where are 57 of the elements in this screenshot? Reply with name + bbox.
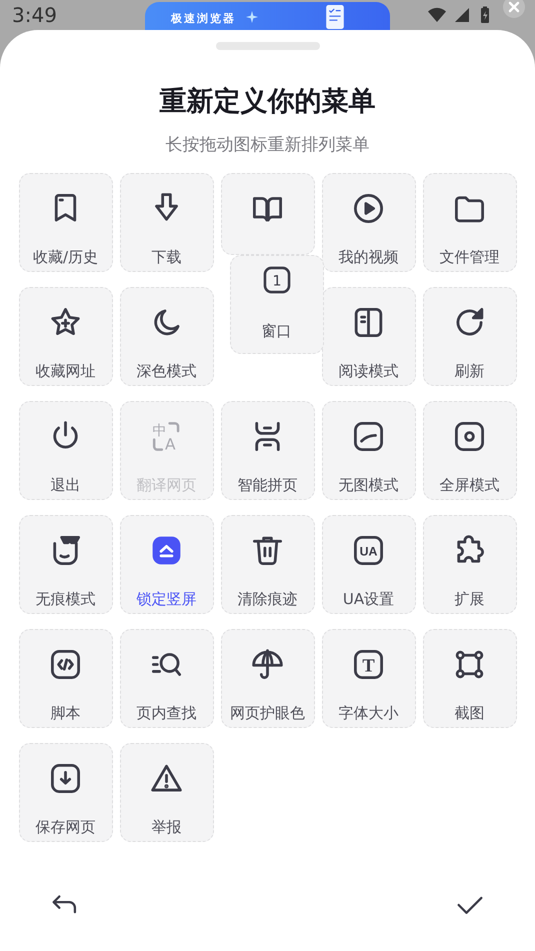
tile-label: 字体大小 — [338, 703, 398, 723]
tile-label: 退出 — [50, 475, 80, 495]
menu-tile[interactable]: 文件管理 — [422, 173, 516, 272]
menu-tile[interactable]: 无图模式 — [322, 401, 416, 500]
close-icon — [508, 1, 520, 13]
tile-label: UA设置 — [342, 589, 394, 609]
tile-label: 锁定竖屏 — [136, 589, 196, 609]
tile-label: 智能拼页 — [238, 475, 298, 495]
status-time: 3:49 — [12, 3, 57, 27]
tile-label: 网页护眼色 — [230, 703, 305, 723]
menu-tile[interactable]: 锁定竖屏 — [120, 515, 214, 614]
tile-label: 窗口 — [262, 321, 292, 341]
tile-label: 无图模式 — [338, 475, 398, 495]
menu-tile[interactable]: 我的视频 — [322, 173, 416, 272]
tile-label: 脚本 — [50, 703, 80, 723]
tile-label: 举报 — [152, 817, 182, 837]
menu-tile[interactable]: 阅读模式 — [322, 287, 416, 386]
document-icon — [326, 5, 344, 29]
tile-label: 全屏模式 — [440, 475, 500, 495]
menu-tile[interactable]: 深色模式 — [120, 287, 214, 386]
sheet-subtitle: 长按拖动图标重新排列菜单 — [166, 134, 370, 157]
menu-tile[interactable]: 页内查找 — [120, 629, 214, 728]
menu-tile[interactable]: 清除痕迹 — [220, 515, 314, 614]
menu-tile[interactable]: 脚本 — [18, 629, 112, 728]
menu-tile[interactable]: 全屏模式 — [422, 401, 516, 500]
menu-tile[interactable] — [220, 173, 314, 255]
menu-tile[interactable]: T 字体大小 — [322, 629, 416, 728]
menu-tile[interactable]: 收藏网址 — [18, 287, 112, 386]
dragged-tile[interactable]: 1 窗口 — [230, 255, 324, 354]
menu-tile[interactable]: 下载 — [120, 173, 214, 272]
tile-label: 刷新 — [454, 361, 484, 381]
menu-tile[interactable]: 网页护眼色 — [220, 629, 314, 728]
menu-tile[interactable]: 智能拼页 — [220, 401, 314, 500]
tile-label: 页内查找 — [136, 703, 196, 723]
menu-tile[interactable]: 收藏/历史 — [18, 173, 112, 272]
menu-tile[interactable]: UA UA设置 — [322, 515, 416, 614]
tile-label: 保存网页 — [36, 817, 96, 837]
menu-tile[interactable]: 保存网页 — [18, 743, 112, 842]
menu-tile[interactable]: 刷新 — [422, 287, 516, 386]
sheet-title: 重新定义你的菜单 — [160, 85, 376, 119]
tile-label: 截图 — [454, 703, 484, 723]
sparkle-icon — [246, 11, 258, 23]
menu-tile[interactable]: 截图 — [422, 629, 516, 728]
tile-label: 我的视频 — [338, 247, 398, 267]
tile-label: 收藏/历史 — [32, 247, 98, 267]
tile-label: 下载 — [152, 247, 182, 267]
tile-label: 文件管理 — [440, 247, 500, 267]
tile-label: 扩展 — [454, 589, 484, 609]
tile-label: 无痕模式 — [36, 589, 96, 609]
menu-tile[interactable]: 退出 — [18, 401, 112, 500]
tile-label: 清除痕迹 — [238, 589, 298, 609]
menu-tile[interactable]: 无痕模式 — [18, 515, 112, 614]
tile-label: 收藏网址 — [36, 361, 96, 381]
tile-label: 深色模式 — [136, 361, 196, 381]
menu-tile[interactable]: 扩展 — [422, 515, 516, 614]
menu-tile[interactable]: 举报 — [120, 743, 214, 842]
tile-label: 阅读模式 — [338, 361, 398, 381]
